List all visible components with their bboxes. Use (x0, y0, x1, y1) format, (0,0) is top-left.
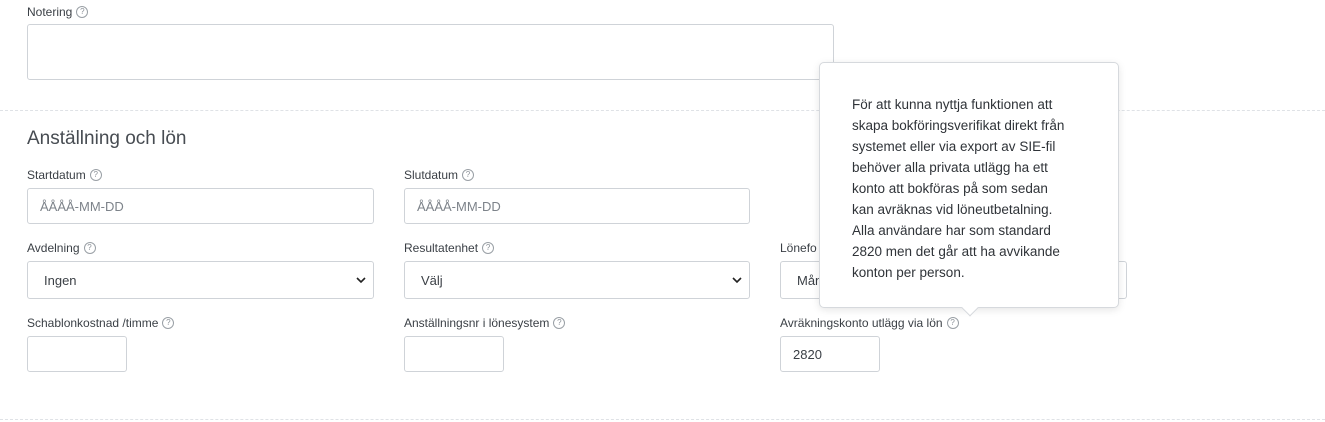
department-label: Avdelning ? (27, 240, 96, 256)
chevron-down-icon (732, 277, 742, 284)
notes-textarea[interactable] (27, 24, 834, 80)
result-unit-select[interactable]: Välj (404, 261, 750, 299)
employee-number-input[interactable] (404, 336, 504, 372)
tooltip-line: konto att bokföras på som sedan (852, 181, 1048, 196)
result-unit-label: Resultatenhet ? (404, 240, 495, 256)
section-title: Anställning och lön (27, 128, 187, 149)
end-date-input[interactable]: ÅÅÅÅ-MM-DD (404, 188, 750, 224)
help-icon[interactable]: ? (946, 317, 959, 329)
tooltip-line: kan avräknas vid löneutbetalning. (852, 202, 1053, 217)
help-tooltip: För att kunna nyttja funktionen att skap… (819, 62, 1119, 308)
section-divider-bottom (0, 419, 1325, 420)
tooltip-line: För att kunna nyttja funktionen att (852, 97, 1053, 112)
tooltip-line: konton per person. (852, 265, 965, 280)
employee-number-label: Anställningsnr i lönesystem ? (404, 315, 566, 331)
settlement-account-label: Avräkningskonto utlägg via lön ? (780, 315, 959, 331)
tooltip-line: systemet eller via export av SIE-fil (852, 139, 1056, 154)
start-date-label: Startdatum ? (27, 167, 102, 183)
start-date-input[interactable]: ÅÅÅÅ-MM-DD (27, 188, 374, 224)
tooltip-line: Alla användare har som standard (852, 223, 1051, 238)
standard-cost-label: Schablonkostnad /timme ? (27, 315, 175, 331)
notes-label: Notering ? (27, 4, 89, 20)
help-icon[interactable]: ? (462, 169, 475, 181)
tooltip-line: skapa bokföringsverifikat direkt från (852, 118, 1065, 133)
end-date-label: Slutdatum ? (404, 167, 475, 183)
tooltip-line: 2820 men det går att ha avvikande (852, 244, 1060, 259)
help-icon[interactable]: ? (83, 242, 96, 254)
help-icon[interactable]: ? (482, 242, 495, 254)
help-icon[interactable]: ? (553, 317, 566, 329)
help-icon[interactable]: ? (76, 6, 89, 18)
standard-cost-input[interactable] (27, 336, 127, 372)
help-icon[interactable]: ? (162, 317, 175, 329)
salary-form-label: Lönefo (780, 241, 817, 255)
settlement-account-input[interactable]: 2820 (780, 336, 880, 372)
tooltip-line: behöver alla privata utlägg ha ett (852, 160, 1048, 175)
section-divider (0, 110, 1325, 111)
chevron-down-icon (356, 277, 366, 284)
help-icon[interactable]: ? (89, 169, 102, 181)
department-select[interactable]: Ingen (27, 261, 374, 299)
